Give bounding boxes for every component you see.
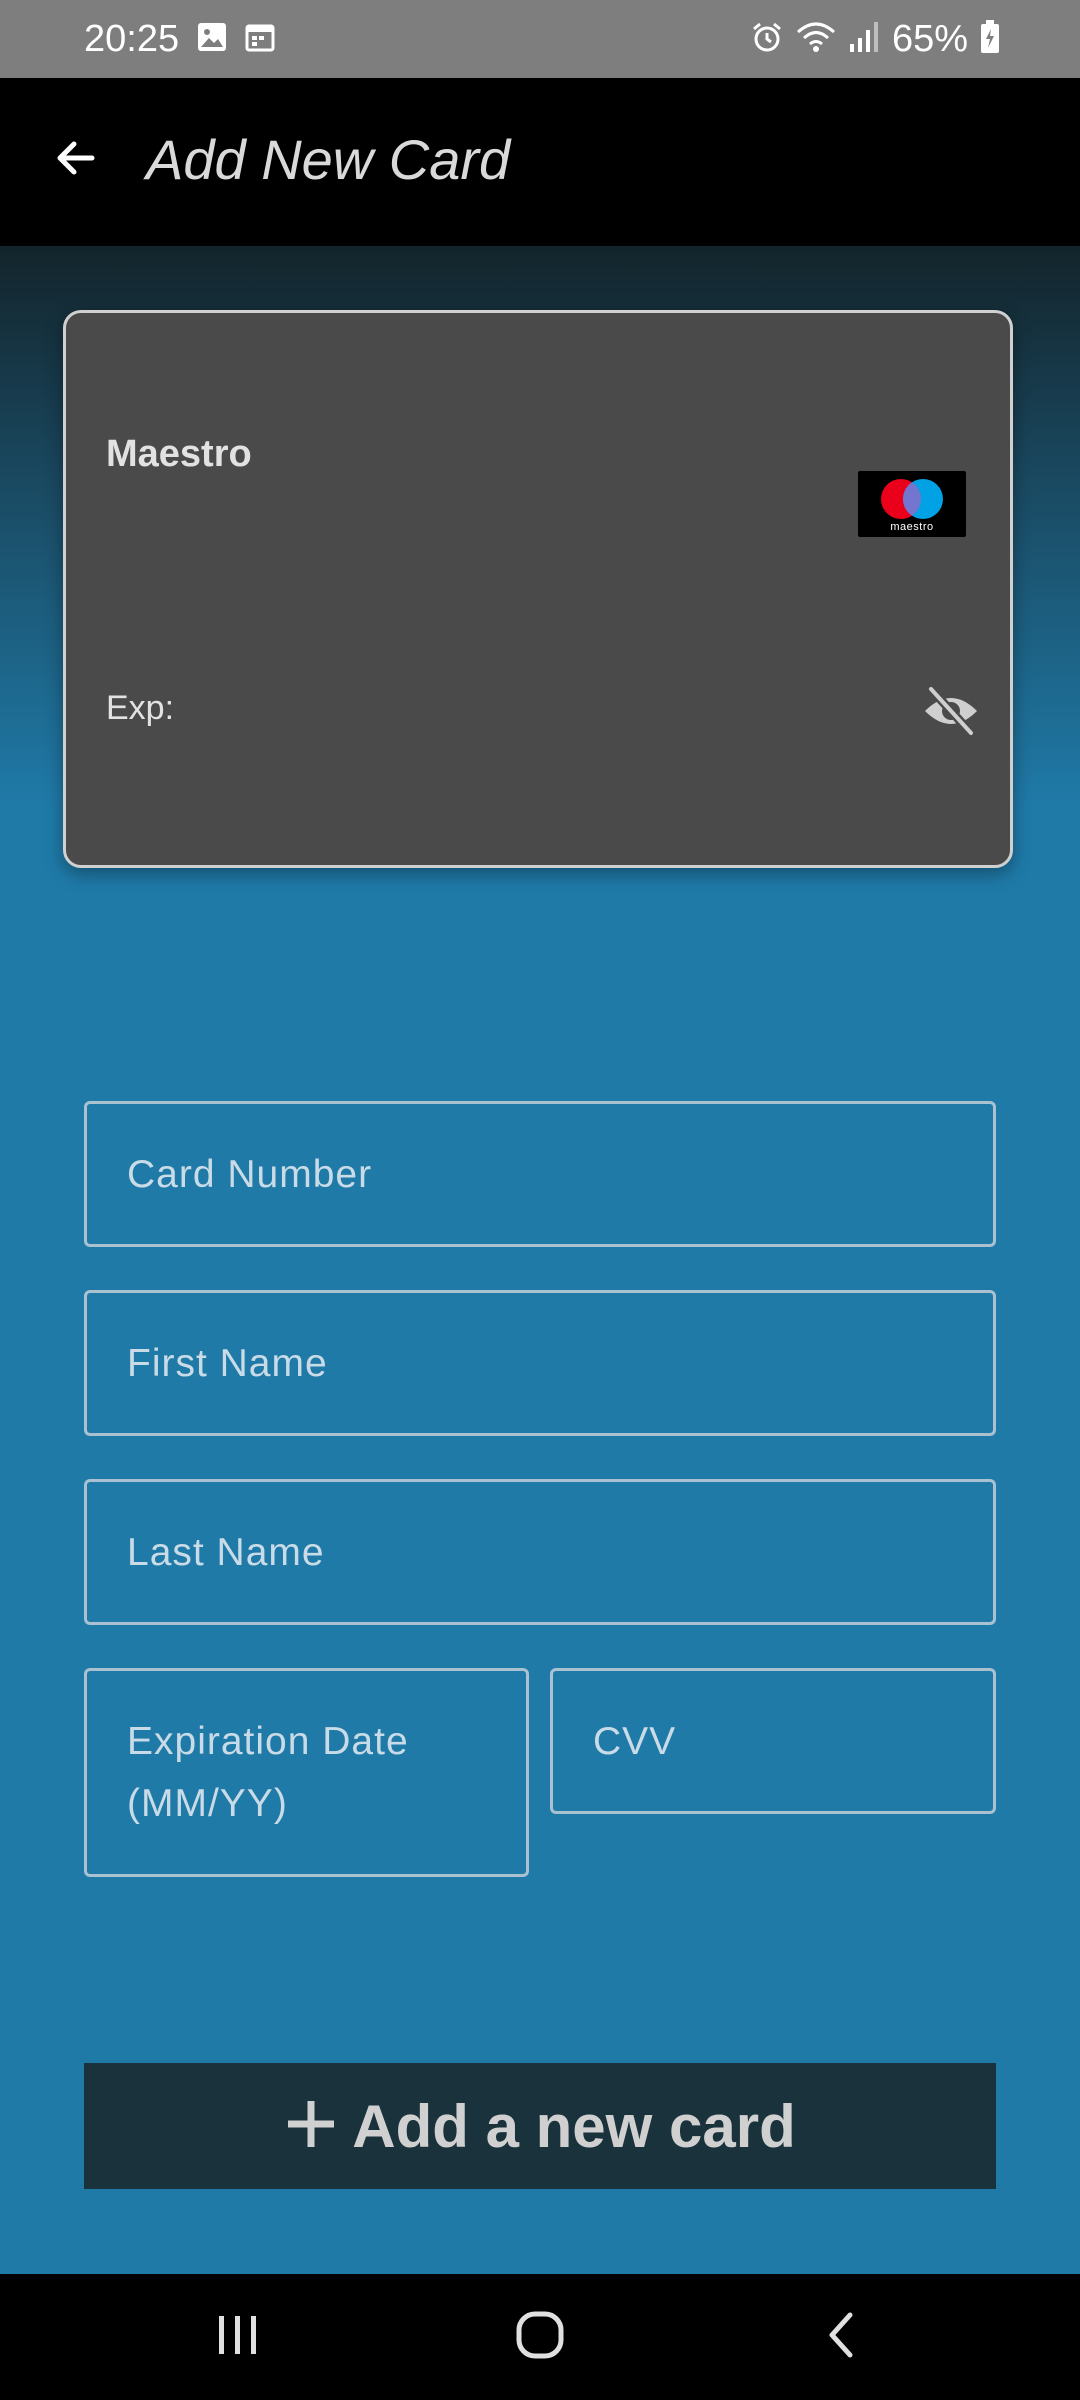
card-preview: Maestro maestro Exp: xyxy=(63,310,1013,868)
expiration-placeholder-line1: Expiration Date xyxy=(127,1720,409,1763)
cvv-input[interactable]: CVV xyxy=(550,1668,996,1814)
expiration-placeholder-line2: (MM/YY) xyxy=(127,1782,288,1825)
add-card-button[interactable]: Add a new card xyxy=(84,2063,996,2189)
expiration-date-input[interactable]: Expiration Date (MM/YY) xyxy=(84,1668,529,1877)
maestro-logo-text: maestro xyxy=(890,521,934,533)
home-button[interactable] xyxy=(495,2302,585,2372)
status-bar: 20:25 65% xyxy=(0,0,1080,78)
back-button[interactable] xyxy=(40,124,112,196)
navigation-bar xyxy=(0,2274,1080,2400)
visibility-toggle-button[interactable] xyxy=(916,683,986,743)
recents-icon xyxy=(213,2310,263,2365)
eye-off-icon xyxy=(921,684,981,742)
app-bar: Add New Card xyxy=(0,78,1080,246)
gallery-icon xyxy=(196,21,228,58)
card-exp-label: Exp: xyxy=(106,689,175,727)
battery-percentage: 65% xyxy=(891,18,968,60)
alarm-icon xyxy=(750,20,784,59)
maestro-logo: maestro xyxy=(858,471,966,537)
status-right: 65% xyxy=(750,14,1000,64)
arrow-back-icon xyxy=(52,134,100,187)
battery-icon xyxy=(980,19,1000,59)
recents-button[interactable] xyxy=(193,2302,283,2372)
signal-icon xyxy=(848,20,880,59)
first-name-input[interactable]: First Name xyxy=(84,1290,996,1436)
wifi-icon xyxy=(796,20,836,59)
add-card-label: Add a new card xyxy=(352,2092,796,2160)
nav-back-button[interactable] xyxy=(797,2302,887,2372)
back-icon xyxy=(822,2310,862,2365)
card-brand-name: Maestro xyxy=(106,433,252,475)
home-icon xyxy=(514,2309,566,2366)
last-name-placeholder: Last Name xyxy=(127,1531,325,1574)
first-name-placeholder: First Name xyxy=(127,1342,328,1385)
last-name-input[interactable]: Last Name xyxy=(84,1479,996,1625)
calendar-icon xyxy=(244,21,276,58)
cvv-placeholder: CVV xyxy=(593,1720,677,1763)
card-number-input[interactable]: Card Number xyxy=(84,1101,996,1247)
status-time: 20:25 xyxy=(84,18,180,60)
plus-icon xyxy=(284,2097,338,2156)
card-number-placeholder: Card Number xyxy=(127,1153,373,1196)
status-left-icons xyxy=(196,22,276,56)
page-title: Add New Card xyxy=(146,128,511,191)
